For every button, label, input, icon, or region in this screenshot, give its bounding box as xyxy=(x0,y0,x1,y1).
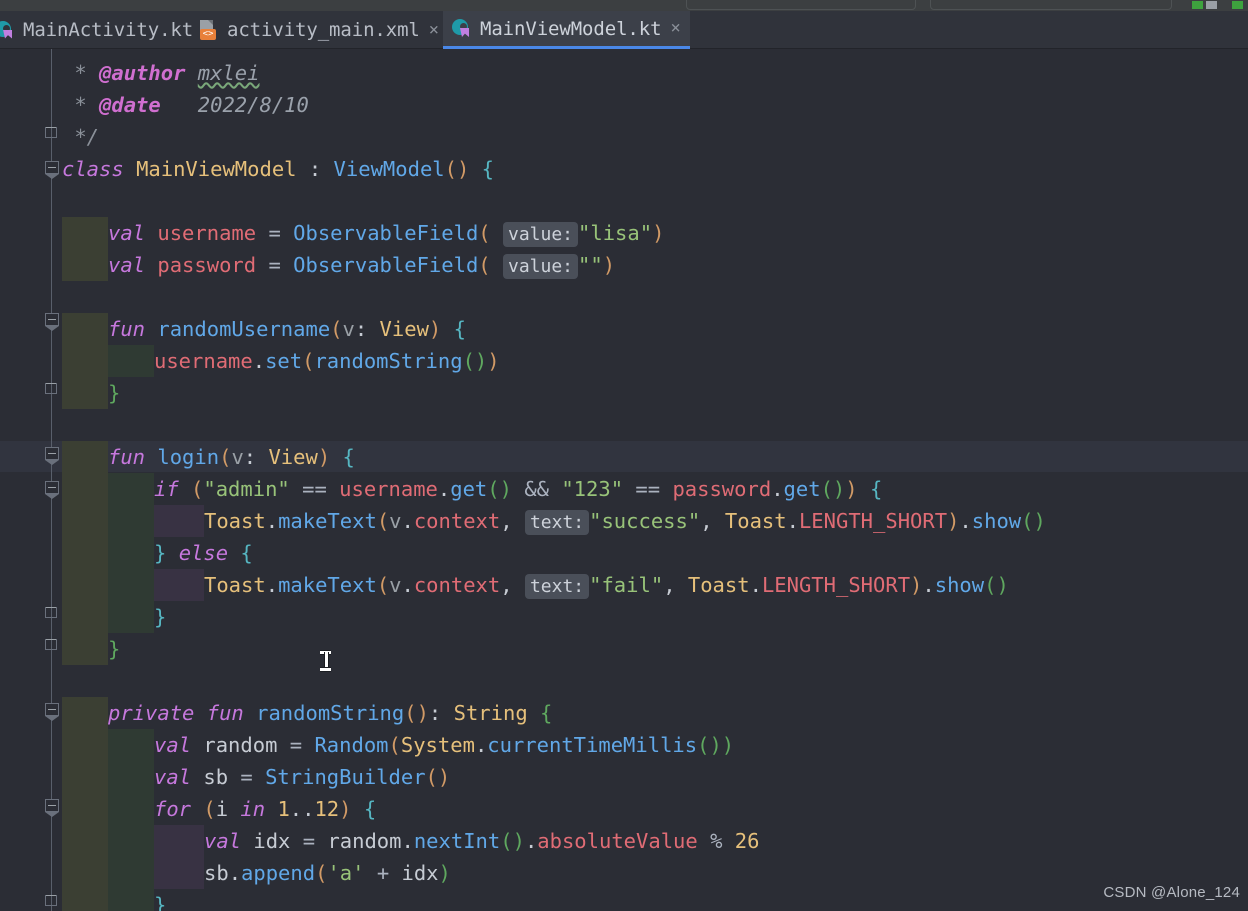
fold-collapse-icon[interactable] xyxy=(45,161,59,174)
kotlin-file-icon xyxy=(0,20,15,41)
code-line: val password = ObservableField( value: ""… xyxy=(108,253,616,279)
tab-label: activity_main.xml xyxy=(227,19,420,41)
xml-layout-icon: <> xyxy=(198,19,219,41)
code-line: if ("admin" == username.get() && "123" =… xyxy=(154,477,883,501)
tab-label: MainViewModel.kt xyxy=(480,17,662,40)
debug-button-icon[interactable] xyxy=(1232,1,1243,9)
code-line: Toast.makeText(v.context, text: "fail", T… xyxy=(204,573,1009,599)
code-editor[interactable]: * @author mxlei * @date 2022/8/10 */ cla… xyxy=(0,49,1248,911)
kotlin-file-icon xyxy=(451,18,472,39)
device-selector[interactable] xyxy=(930,0,1172,10)
code-line: } xyxy=(108,637,121,661)
watermark: CSDN @Alone_124 xyxy=(1103,884,1240,901)
parameter-hint: text: xyxy=(524,574,590,599)
editor-tab-bar: MainActivity.kt × <> activity_main.xml ×… xyxy=(0,11,1248,49)
fold-end-marker-icon[interactable] xyxy=(45,639,59,652)
code-line: val sb = StringBuilder() xyxy=(154,765,451,789)
run-button-icon[interactable] xyxy=(1192,1,1203,9)
code-line: } xyxy=(154,893,167,911)
fold-end-marker-icon[interactable] xyxy=(45,383,59,396)
fold-collapse-icon[interactable] xyxy=(45,703,59,716)
code-folding-gutter[interactable] xyxy=(0,49,62,911)
fold-region-start-cap xyxy=(45,716,59,721)
run-configuration-selector[interactable] xyxy=(686,0,916,10)
parameter-hint: text: xyxy=(524,510,590,535)
code-line: fun randomUsername(v: View) { xyxy=(108,317,466,341)
fold-end-marker-icon[interactable] xyxy=(45,895,59,908)
code-line: } xyxy=(108,381,121,405)
code-line: Toast.makeText(v.context, text: "success"… xyxy=(204,509,1046,535)
indent-guide-block xyxy=(154,569,204,601)
fold-end-marker-icon[interactable] xyxy=(45,127,59,140)
code-line: * @date 2022/8/10 xyxy=(62,93,309,117)
indent-guide-block xyxy=(108,473,154,633)
tab-mainactivity-kt[interactable]: MainActivity.kt × xyxy=(0,11,221,49)
fold-region-start-cap xyxy=(45,326,59,331)
i-beam-cursor xyxy=(320,650,331,672)
indent-guide-block xyxy=(62,697,108,911)
fold-collapse-icon[interactable] xyxy=(45,799,59,812)
fold-region-start-cap xyxy=(45,460,59,465)
indent-guide-block xyxy=(154,825,204,889)
tab-close-icon[interactable]: × xyxy=(429,21,439,39)
code-line: username.set(randomString()) xyxy=(154,349,500,373)
parameter-hint: value: xyxy=(502,254,579,279)
code-line: } else { xyxy=(154,541,253,565)
tab-label: MainActivity.kt xyxy=(23,19,194,41)
tab-close-icon[interactable]: × xyxy=(670,20,680,37)
fold-region-start-cap xyxy=(45,174,59,179)
code-line: * @author mxlei xyxy=(62,61,260,85)
stop-button-icon[interactable] xyxy=(1206,1,1217,9)
parameter-hint: value: xyxy=(502,222,579,247)
fold-end-marker-icon[interactable] xyxy=(45,607,59,620)
code-line: for (i in 1..12) { xyxy=(154,797,377,821)
indent-guide-block xyxy=(62,313,108,409)
indent-guide-block xyxy=(154,505,204,537)
code-line: val idx = random.nextInt().absoluteValue… xyxy=(204,829,760,853)
fold-region-start-cap xyxy=(45,812,59,817)
code-line: val random = Random(System.currentTimeMi… xyxy=(154,733,735,757)
code-line: */ xyxy=(62,125,100,149)
indent-guide-block xyxy=(108,345,154,377)
toolbar-strip xyxy=(0,0,1248,11)
code-line: private fun randomString(): String { xyxy=(108,701,553,725)
indent-guide-block xyxy=(62,441,108,665)
code-line: sb.append('a' + idx) xyxy=(204,861,451,885)
indent-guide-block xyxy=(62,217,108,281)
code-line: class MainViewModel : ViewModel() { xyxy=(62,157,495,181)
code-line: } xyxy=(154,605,167,629)
indent-guide-block xyxy=(108,729,154,911)
fold-collapse-icon[interactable] xyxy=(45,313,59,326)
tab-mainviewmodel-kt[interactable]: MainViewModel.kt × xyxy=(443,11,690,49)
fold-collapse-icon[interactable] xyxy=(45,481,59,494)
tab-activity-main-xml[interactable]: <> activity_main.xml × xyxy=(190,11,448,49)
code-line: fun login(v: View) { xyxy=(108,445,355,469)
fold-region-start-cap xyxy=(45,494,59,499)
code-line: val username = ObservableField( value: "l… xyxy=(108,221,665,247)
fold-collapse-icon[interactable] xyxy=(45,447,59,460)
